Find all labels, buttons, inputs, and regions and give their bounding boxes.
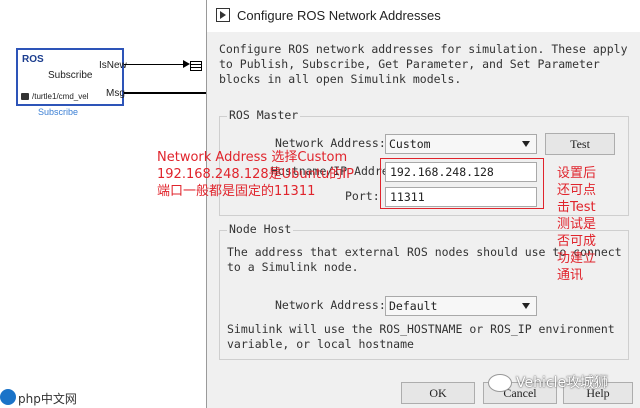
annotation-right-line: 通讯: [557, 268, 584, 283]
watermark-php: php中文网: [18, 392, 77, 406]
wire-arrow-icon: [183, 60, 190, 68]
node-host-label: Node Host: [227, 222, 294, 236]
port-isnew-label: IsNew: [99, 60, 127, 71]
annotation-right-line: 测试是: [557, 217, 597, 232]
annotation-right-line: 设置后: [557, 166, 597, 181]
php-logo-icon: [0, 389, 16, 405]
annotation-left-line2: 192.168.248.128是Ubuntu的IP: [157, 167, 354, 182]
dialog-description: Configure ROS network addresses for simu…: [219, 42, 628, 86]
ros-subscribe-block[interactable]: ROS Subscribe IsNew Msg /turtle1/cmd_vel: [16, 48, 127, 106]
block-name-label: Subscribe: [38, 107, 79, 117]
msg-wire[interactable]: [124, 92, 206, 94]
test-button[interactable]: Test: [545, 133, 615, 155]
chevron-down-icon: [522, 141, 530, 147]
dialog-title: Configure ROS Network Addresses: [237, 8, 441, 23]
master-network-address-label: Network Address:: [275, 136, 386, 150]
annotation-right-line: 还可点: [557, 183, 597, 198]
dialog-titlebar[interactable]: Configure ROS Network Addresses: [207, 0, 640, 32]
master-network-address-select[interactable]: Custom: [385, 134, 537, 154]
ok-button[interactable]: OK: [401, 382, 475, 404]
annotation-right-line: 击Test: [557, 200, 596, 215]
block-topic: /turtle1/cmd_vel: [32, 92, 89, 101]
simulink-app-icon: [216, 8, 230, 22]
node-network-address-label: Network Address:: [275, 298, 386, 312]
wechat-icon: [488, 374, 512, 392]
block-title: ROS: [22, 54, 44, 65]
watermark-vehicle: Vehicle攻城狮: [516, 375, 609, 391]
master-network-address-value: Custom: [389, 137, 431, 151]
node-network-address-value: Default: [389, 299, 438, 313]
port-msg-label: Msg: [106, 88, 125, 99]
node-network-address-select[interactable]: Default: [385, 296, 537, 316]
annotation-left-line3: 端口一般都是固定的11311: [157, 184, 316, 199]
ros-master-label: ROS Master: [227, 108, 301, 122]
lock-icon: [21, 93, 29, 100]
annotation-left: Network Address 选择Custom 192.168.248.128…: [157, 149, 354, 200]
terminator-block[interactable]: [190, 61, 202, 71]
highlight-box: [380, 158, 544, 209]
node-host-note: Simulink will use the ROS_HOSTNAME or RO…: [227, 322, 615, 351]
annotation-right-line: 否可成: [557, 234, 597, 249]
annotation-right-line: 功建立: [557, 251, 597, 266]
annotation-left-line1: Network Address 选择Custom: [157, 150, 348, 165]
block-center-label: Subscribe: [48, 70, 93, 81]
isnew-wire[interactable]: [124, 64, 188, 65]
chevron-down-icon: [522, 303, 530, 309]
annotation-right: 设置后 还可点 击Test 测试是 否可成 功建立 通讯: [557, 165, 596, 284]
